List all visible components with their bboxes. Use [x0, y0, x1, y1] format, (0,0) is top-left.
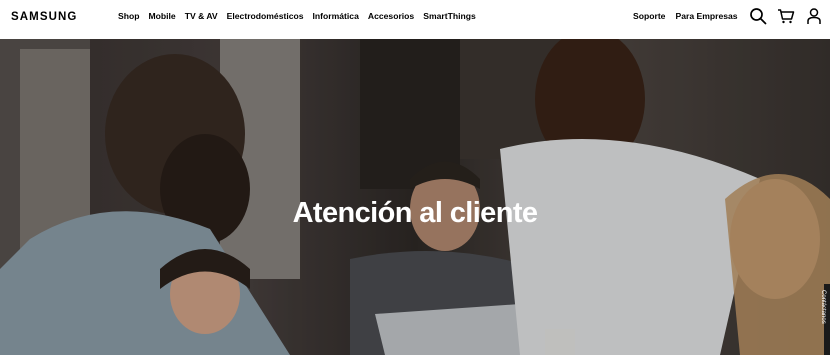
user-icon[interactable]: [805, 7, 823, 25]
cart-icon[interactable]: [777, 7, 795, 25]
nav-item-smartthings[interactable]: SmartThings: [423, 11, 476, 21]
nav-item-shop[interactable]: Shop: [118, 11, 139, 21]
nav-item-accesorios[interactable]: Accesorios: [368, 11, 414, 21]
contact-side-tab[interactable]: Contáctanos: [820, 284, 830, 355]
nav-item-electrodomesticos[interactable]: Electrodomésticos: [227, 11, 304, 21]
site-header: SAMSUNG Shop Mobile TV & AV Electrodomés…: [0, 0, 830, 39]
main-nav: Shop Mobile TV & AV Electrodomésticos In…: [118, 11, 485, 21]
side-tab-label: Contáctanos: [820, 290, 826, 324]
samsung-logo[interactable]: SAMSUNG: [11, 11, 77, 23]
page-title: Atención al cliente: [292, 197, 538, 229]
nav-item-soporte[interactable]: Soporte: [633, 11, 665, 21]
nav-item-tv-av[interactable]: TV & AV: [185, 11, 218, 21]
search-icon[interactable]: [749, 7, 767, 25]
nav-item-para-empresas[interactable]: Para Empresas: [675, 11, 737, 21]
nav-item-informatica[interactable]: Informática: [313, 11, 359, 21]
nav-item-mobile[interactable]: Mobile: [148, 11, 175, 21]
hero-banner: Atención al cliente Contáctanos: [0, 39, 830, 355]
utility-nav: Soporte Para Empresas: [633, 11, 748, 21]
